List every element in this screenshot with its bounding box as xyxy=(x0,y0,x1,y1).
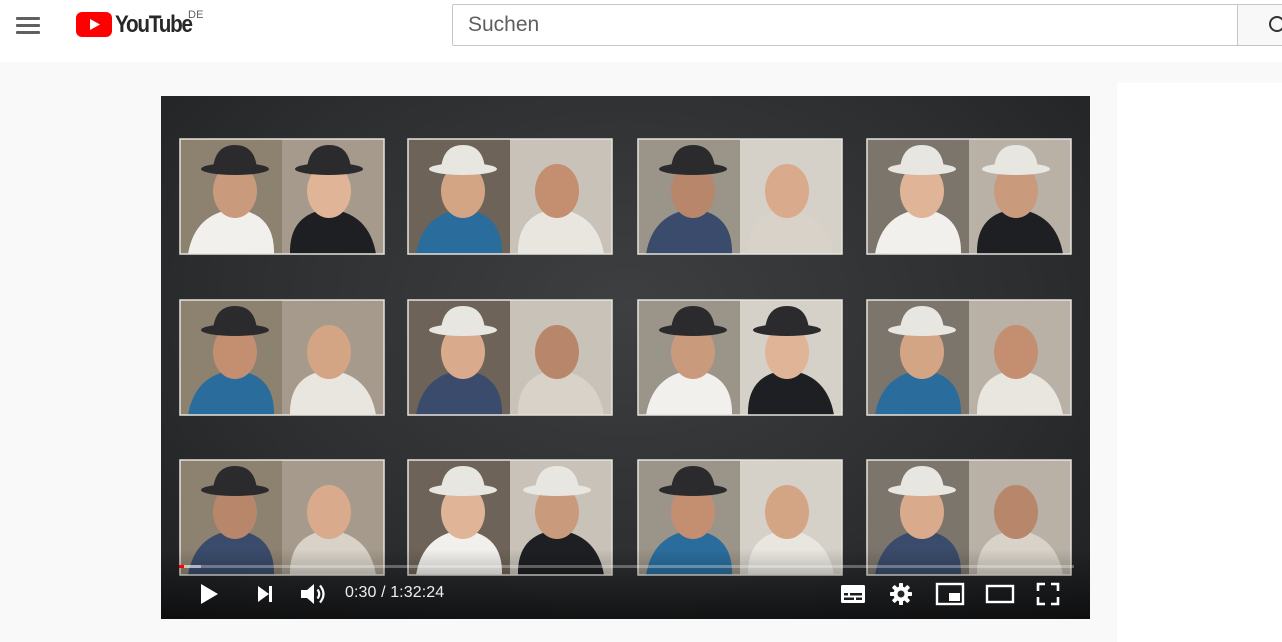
settings-button[interactable] xyxy=(881,578,921,610)
progress-bar[interactable] xyxy=(179,565,1074,568)
menu-icon[interactable] xyxy=(14,15,42,37)
youtube-logo[interactable]: YouTube DE xyxy=(76,9,204,40)
call-tile xyxy=(866,138,1072,255)
call-tile xyxy=(407,138,613,255)
video-player[interactable]: 0:30 / 1:32:24 xyxy=(161,96,1090,619)
video-call-mosaic xyxy=(179,138,1072,576)
search-button[interactable] xyxy=(1237,4,1282,46)
fullscreen-button[interactable] xyxy=(1028,578,1068,610)
next-button[interactable] xyxy=(245,578,285,610)
call-tile xyxy=(637,138,843,255)
masthead: YouTube DE xyxy=(0,0,1282,62)
subtitles-button[interactable] xyxy=(833,578,873,610)
theater-mode-button[interactable] xyxy=(979,578,1021,610)
time-separator: / xyxy=(376,584,391,601)
fullscreen-icon xyxy=(1036,582,1060,606)
video-frame[interactable] xyxy=(161,96,1090,619)
search-box[interactable] xyxy=(452,4,1237,46)
call-tile xyxy=(407,299,613,416)
next-icon xyxy=(258,586,272,602)
play-button[interactable] xyxy=(189,578,229,610)
volume-button[interactable] xyxy=(293,578,333,610)
current-time: 0:30 xyxy=(345,584,377,601)
volume-icon xyxy=(301,584,325,604)
youtube-play-logo-icon xyxy=(76,12,112,37)
call-tile xyxy=(866,299,1072,416)
duration: 1:32:24 xyxy=(390,584,445,601)
play-icon xyxy=(201,584,218,604)
country-code: DE xyxy=(188,9,204,21)
logo-wordmark: YouTube xyxy=(115,11,193,38)
secondary-column xyxy=(1117,83,1282,642)
miniplayer-icon xyxy=(935,582,965,606)
theater-mode-icon xyxy=(985,584,1015,604)
time-display: 0:30 / 1:32:24 xyxy=(345,584,444,602)
subtitles-icon xyxy=(841,585,865,603)
search-icon xyxy=(1269,16,1282,32)
call-tile xyxy=(179,138,385,255)
search-input[interactable] xyxy=(453,5,1237,45)
miniplayer-button[interactable] xyxy=(930,578,970,610)
progress-played xyxy=(179,565,184,568)
call-tile xyxy=(637,299,843,416)
gear-icon xyxy=(890,583,912,605)
call-tile xyxy=(179,299,385,416)
